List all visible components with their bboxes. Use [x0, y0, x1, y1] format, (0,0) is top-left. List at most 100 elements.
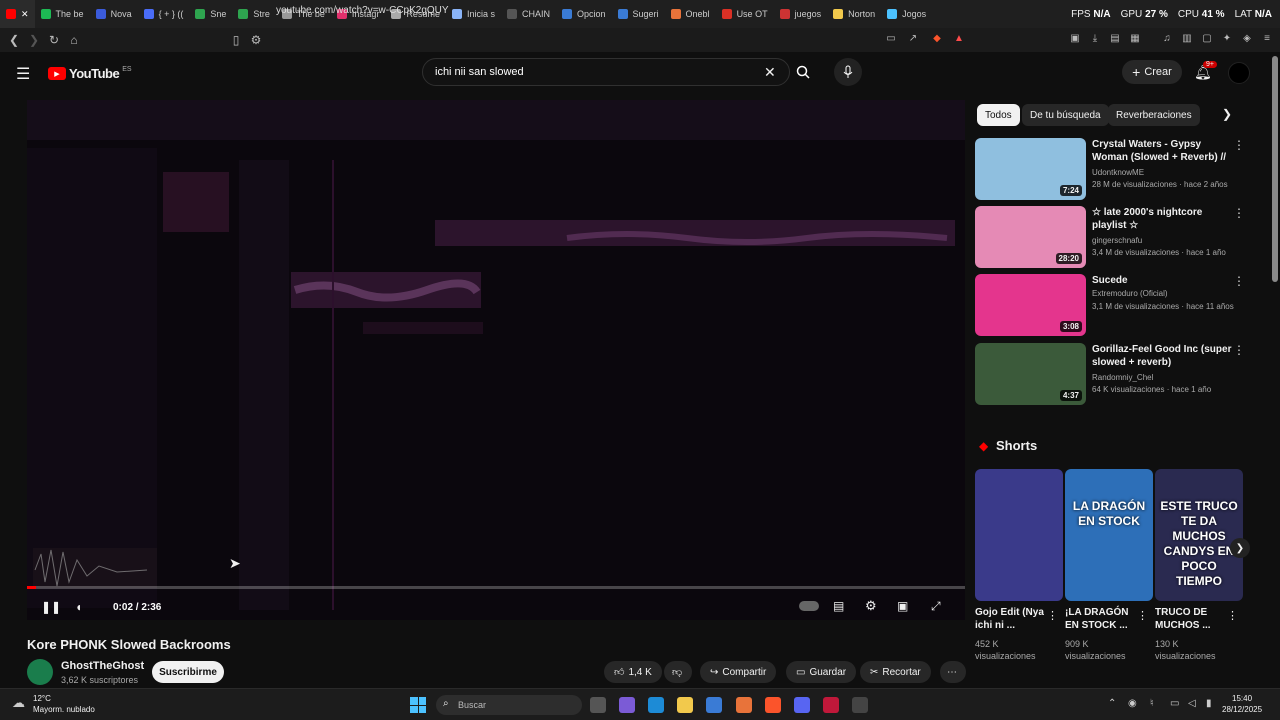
settings-app-icon[interactable]	[852, 697, 868, 713]
recommended-title[interactable]: Gorillaz-Feel Good Inc (super slowed + r…	[1092, 343, 1232, 369]
url-field[interactable]: youtube.com/watch?v=w-CCpK2gQUY	[276, 5, 449, 16]
subscribe-button[interactable]: Suscribirme	[152, 661, 224, 683]
clip-button[interactable]: ✂ Recortar	[860, 661, 931, 683]
video-thumbnail[interactable]: 3:08	[975, 274, 1086, 336]
search-button[interactable]	[788, 58, 818, 86]
recommended-channel[interactable]: gingerschnafu	[1092, 236, 1142, 245]
short-title[interactable]: TRUCO DE MUCHOS ...	[1155, 606, 1231, 632]
search-box[interactable]: ichi nii san slowed	[422, 58, 790, 86]
shorts-next-chevron-icon[interactable]: ❯	[1230, 538, 1250, 558]
fullscreen-icon[interactable]: ⤢	[931, 599, 941, 614]
recommended-title[interactable]: Sucede	[1092, 274, 1232, 287]
more-vertical-icon[interactable]: ⋮	[1233, 343, 1245, 357]
more-vertical-icon[interactable]: ⋮	[1047, 609, 1058, 622]
home-icon[interactable]: ⌂	[64, 30, 84, 50]
browser-tab[interactable]: Sne	[189, 0, 232, 28]
recommended-video[interactable]: 7:24 Crystal Waters - Gypsy Woman (Slowe…	[975, 138, 1245, 202]
vpn-icon[interactable]: ◈	[1240, 33, 1254, 47]
theater-mode-icon[interactable]: ▣	[897, 599, 908, 613]
forward-arrow-icon[interactable]: ❯	[24, 30, 44, 50]
network-icon[interactable]: ▭	[1170, 698, 1179, 709]
channel-name[interactable]: GhostTheGhost	[61, 660, 144, 672]
recommended-title[interactable]: Crystal Waters - Gypsy Woman (Slowed + R…	[1092, 138, 1232, 164]
channel-avatar[interactable]	[27, 659, 53, 685]
ai-icon[interactable]: ✦	[1220, 33, 1234, 47]
cast-icon[interactable]: ▭	[884, 33, 898, 47]
dislike-button[interactable]: 👎︎	[664, 661, 692, 683]
history-icon[interactable]: ▦	[1128, 33, 1142, 47]
browser-tab[interactable]: Inicia s	[446, 0, 501, 28]
tray-app-icon[interactable]: ◉	[1128, 698, 1137, 709]
pause-icon[interactable]: ❚❚	[41, 600, 61, 614]
browser-tab[interactable]: Onebl	[665, 0, 716, 28]
video-player[interactable]: ➤	[27, 100, 965, 620]
video-thumbnail[interactable]: 7:24	[975, 138, 1086, 200]
download-icon[interactable]: ⤓	[1088, 33, 1102, 47]
recommended-video[interactable]: 3:08 Sucede Extremoduro (Oficial) 3,1 M …	[975, 274, 1245, 338]
chip-all[interactable]: Todos	[977, 104, 1020, 126]
menu-icon[interactable]: ≡	[1260, 33, 1274, 47]
brave-shield-icon[interactable]: ◆	[930, 33, 944, 47]
task-view-icon[interactable]	[590, 697, 606, 713]
short-thumbnail[interactable]: LA DRAGÓN EN STOCK	[1065, 469, 1153, 601]
settings-gear-icon[interactable]: ⚙	[865, 598, 877, 614]
browser-tab[interactable]: CHAIN	[501, 0, 556, 28]
browser-tab[interactable]: Nova	[90, 0, 138, 28]
browser-tab[interactable]: juegos	[774, 0, 828, 28]
more-vertical-icon[interactable]: ⋮	[1233, 138, 1245, 152]
taskbar-search[interactable]: Buscar	[436, 695, 582, 715]
more-vertical-icon[interactable]: ⋮	[1233, 206, 1245, 220]
app-icon[interactable]	[823, 697, 839, 713]
create-button[interactable]: + Crear	[1122, 60, 1182, 84]
file-explorer-icon[interactable]	[677, 697, 693, 713]
progress-bar[interactable]	[27, 586, 965, 589]
rewards-icon[interactable]: ▲	[952, 33, 966, 47]
youtube-logo[interactable]: ▶ YouTube ES	[48, 66, 132, 81]
subtitles-icon[interactable]: ▤	[833, 599, 844, 613]
recommended-channel[interactable]: Extremoduro (Oficial)	[1092, 289, 1168, 298]
short-thumbnail[interactable]: ESTE TRUCO TE DA MUCHOS CANDYS EN POCO T…	[1155, 469, 1243, 601]
short-title[interactable]: ¡LA DRAGÓN EN STOCK ...	[1065, 606, 1141, 632]
clear-search-icon[interactable]: ✕	[764, 64, 776, 81]
recommended-video[interactable]: 28:20 ☆ late 2000's nightcore playlist ☆…	[975, 206, 1245, 270]
more-actions-button[interactable]: ⋯	[940, 661, 966, 683]
bookmark-icon[interactable]: ▯	[226, 30, 246, 50]
volume-icon[interactable]: ◖	[75, 600, 82, 614]
panel-icon[interactable]: ▥	[1180, 33, 1194, 47]
edge-icon[interactable]	[648, 697, 664, 713]
reload-icon[interactable]: ↻	[44, 30, 64, 50]
more-vertical-icon[interactable]: ⋮	[1227, 609, 1238, 622]
battery-icon[interactable]: ▮	[1206, 698, 1212, 709]
share-page-icon[interactable]: ↗	[906, 33, 920, 47]
voice-search-button[interactable]	[834, 58, 862, 86]
video-thumbnail[interactable]: 4:37	[975, 343, 1086, 405]
short-thumbnail[interactable]	[975, 469, 1063, 601]
scrollbar[interactable]	[1272, 56, 1278, 282]
wallet-icon[interactable]: ▢	[1200, 33, 1214, 47]
video-thumbnail[interactable]: 28:20	[975, 206, 1086, 268]
browser-tab[interactable]: Use OT	[716, 0, 774, 28]
speaker-icon[interactable]: ◁	[1188, 698, 1196, 709]
like-button[interactable]: 👍︎ 1,4 K	[604, 661, 662, 683]
browser-tab[interactable]: Stre	[232, 0, 276, 28]
back-arrow-icon[interactable]: ❮	[4, 30, 24, 50]
tray-mic-icon[interactable]: ♮	[1150, 698, 1154, 709]
windows-start-icon[interactable]	[410, 697, 426, 713]
recommended-title[interactable]: ☆ late 2000's nightcore playlist ☆	[1092, 206, 1232, 232]
short-title[interactable]: Gojo Edit (Nya ichi ni ...	[975, 606, 1051, 632]
chip-reverb[interactable]: Reverberaciones	[1108, 104, 1200, 126]
tab-active-youtube[interactable]: ✕	[0, 0, 35, 28]
site-info-icon[interactable]: ⚙	[246, 30, 266, 50]
discord-icon[interactable]	[794, 697, 810, 713]
browser-tab[interactable]: Opcion	[556, 0, 612, 28]
trash-icon[interactable]: ▤	[1108, 33, 1122, 47]
close-icon[interactable]: ✕	[21, 9, 29, 20]
browser-tab[interactable]: Sugeri	[612, 0, 665, 28]
chip-from-search[interactable]: De tu búsqueda	[1022, 104, 1109, 126]
more-vertical-icon[interactable]: ⋮	[1137, 609, 1148, 622]
clock-date[interactable]: 28/12/2025	[1222, 705, 1262, 714]
brave-icon[interactable]	[765, 697, 781, 713]
tray-chevron-up-icon[interactable]: ⌃	[1108, 698, 1116, 709]
save-button[interactable]: ▭ Guardar	[786, 661, 857, 683]
firefox-icon[interactable]	[736, 697, 752, 713]
